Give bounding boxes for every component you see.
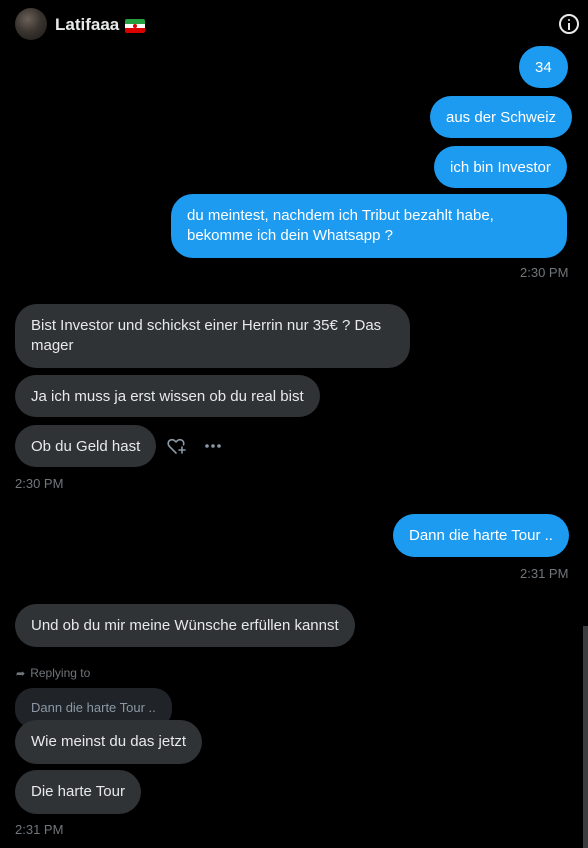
message-bubble-outgoing[interactable]: aus der Schweiz: [430, 96, 573, 138]
message-bubble-incoming[interactable]: Die harte Tour: [15, 770, 141, 814]
heart-plus-icon[interactable]: [167, 437, 187, 455]
message-bubble-outgoing[interactable]: Dann die harte Tour ..: [393, 514, 569, 557]
info-icon[interactable]: [559, 14, 579, 34]
message-bubble-incoming[interactable]: Bist Investor und schickst einer Herrin …: [15, 304, 410, 368]
message-bubble-outgoing[interactable]: ich bin Investor: [434, 146, 567, 188]
iran-flag-icon: [125, 18, 146, 33]
message-bubble-outgoing[interactable]: 34: [519, 46, 568, 88]
avatar[interactable]: [15, 8, 47, 40]
scrollbar[interactable]: [583, 626, 588, 848]
message-timestamp: 2:30 PM: [520, 265, 569, 280]
more-horizontal-icon[interactable]: [204, 443, 222, 449]
conversation-title[interactable]: Latifaaa: [55, 15, 146, 35]
conversation-header: Latifaaa: [0, 0, 588, 48]
contact-name: Latifaaa: [55, 15, 120, 34]
reply-arrow-icon: ➦: [16, 667, 26, 680]
message-timestamp: 2:30 PM: [15, 476, 64, 491]
replying-to-label: ➦ Replying to: [16, 666, 90, 680]
message-bubble-incoming[interactable]: Und ob du mir meine Wünsche erfüllen kan…: [15, 604, 355, 647]
message-timestamp: 2:31 PM: [520, 566, 569, 581]
message-bubble-outgoing[interactable]: du meintest, nachdem ich Tribut bezahlt …: [171, 194, 567, 258]
replying-to-text: Replying to: [30, 666, 91, 680]
message-bubble-incoming[interactable]: Ja ich muss ja erst wissen ob du real bi…: [15, 375, 320, 417]
message-bubble-incoming[interactable]: Ob du Geld hast: [15, 425, 157, 467]
message-timestamp: 2:31 PM: [15, 822, 64, 837]
message-bubble-incoming[interactable]: Wie meinst du das jetzt: [15, 720, 203, 764]
